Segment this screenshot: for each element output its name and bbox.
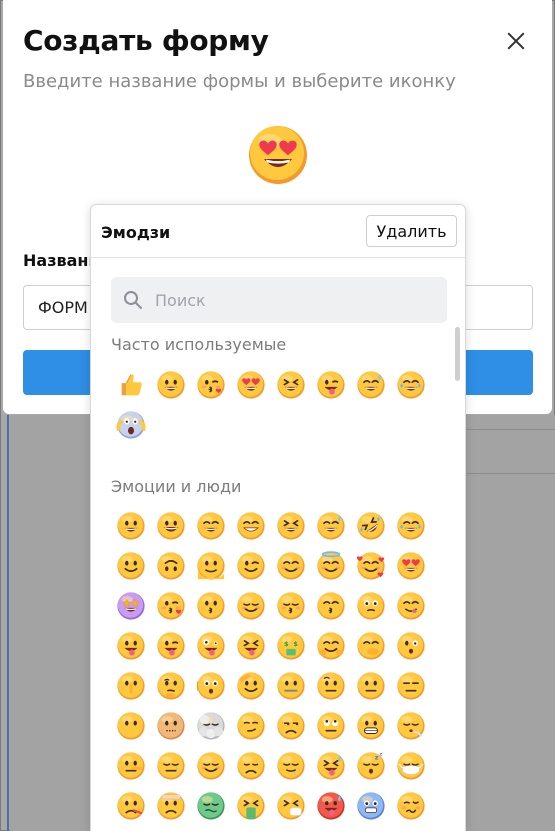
hug-icon[interactable] [311, 626, 351, 666]
raised-brow-icon[interactable] [311, 666, 351, 706]
sleepy-icon[interactable] [151, 746, 191, 786]
section-title-frequent: Часто используемые [111, 335, 287, 354]
clouds-face-icon[interactable] [191, 706, 231, 746]
halo-icon[interactable] [311, 546, 351, 586]
search-box[interactable] [111, 277, 447, 323]
salute-icon[interactable] [231, 666, 271, 706]
kiss-heart-icon[interactable] [191, 365, 231, 405]
peek-icon[interactable] [391, 626, 431, 666]
relaxed-icon[interactable] [231, 586, 271, 626]
background-divider [467, 473, 555, 474]
kiss-closed-icon[interactable] [271, 586, 311, 626]
emoji-grid-frequent [111, 365, 431, 445]
picker-title: Эмодзи [101, 223, 171, 242]
divider [91, 257, 465, 258]
upside-down-icon[interactable] [151, 546, 191, 586]
delete-button[interactable]: Удалить [366, 215, 457, 247]
sneeze-icon[interactable] [271, 786, 311, 826]
background-divider [467, 429, 555, 430]
hot-face-icon[interactable] [311, 786, 351, 826]
cold-face-icon[interactable] [351, 786, 391, 826]
kissing-icon[interactable] [191, 586, 231, 626]
zany-icon[interactable] [191, 626, 231, 666]
smirk-icon[interactable] [231, 706, 271, 746]
exhale-icon[interactable] [391, 706, 431, 746]
svg-text:z: z [379, 753, 382, 758]
unamused-icon[interactable] [271, 706, 311, 746]
search-input[interactable] [155, 277, 435, 323]
expressionless-icon[interactable] [391, 666, 431, 706]
drool-icon[interactable] [271, 746, 311, 786]
name-field-label: Названи [23, 251, 100, 270]
kiss-heart-icon[interactable] [151, 586, 191, 626]
close-icon[interactable] [503, 28, 529, 54]
tongue-icon[interactable] [111, 626, 151, 666]
tongue-sweat-icon[interactable] [311, 746, 351, 786]
woozy-icon[interactable] [391, 786, 431, 826]
zipper-icon[interactable] [271, 666, 311, 706]
star-struck-icon[interactable] [111, 586, 151, 626]
heart-eyes-icon[interactable] [391, 546, 431, 586]
heart-eyes-icon[interactable] [246, 123, 310, 187]
heart-eyes-icon[interactable] [231, 365, 271, 405]
scream-icon[interactable] [111, 405, 151, 445]
mask-icon[interactable] [391, 746, 431, 786]
search-icon [124, 291, 142, 309]
eye-roll-icon[interactable] [311, 706, 351, 746]
kiss-smile-icon[interactable] [311, 586, 351, 626]
wink-tongue-icon[interactable] [311, 365, 351, 405]
yum-icon[interactable] [391, 586, 431, 626]
wink-icon[interactable] [231, 546, 271, 586]
hand-mouth-icon[interactable] [351, 626, 391, 666]
neutral-icon[interactable] [351, 666, 391, 706]
tears-joy-icon[interactable] [391, 365, 431, 405]
backdrop-divider [7, 415, 9, 831]
nauseated-icon[interactable] [191, 786, 231, 826]
emoji-picker-popup: Эмодзи Удалить Часто используемые [90, 204, 466, 831]
svg-text:z: z [375, 753, 379, 761]
tears-joy-icon[interactable] [391, 506, 431, 546]
dialog-title: Создать форму [23, 24, 269, 57]
blush-icon[interactable] [271, 546, 311, 586]
sweat-smile-icon[interactable] [351, 365, 391, 405]
slight-smile-icon[interactable] [111, 546, 151, 586]
squint-laugh-icon[interactable] [271, 365, 311, 405]
rofl-icon[interactable] [351, 506, 391, 546]
section-title-people: Эмоции и люди [111, 477, 242, 496]
dotted-face-icon[interactable] [151, 706, 191, 746]
dialog-subtitle: Введите название формы и выберите иконку [23, 71, 456, 92]
sleeping-icon[interactable]: zz [351, 746, 391, 786]
svg-text:$: $ [293, 640, 298, 648]
emoji-grid-people: $ $ z z [111, 506, 431, 826]
thermometer-icon[interactable] [111, 786, 151, 826]
grimace-icon[interactable] [351, 706, 391, 746]
grin-big-icon[interactable] [151, 506, 191, 546]
hearts-face-icon[interactable] [351, 546, 391, 586]
beam-icon[interactable] [231, 506, 271, 546]
svg-text:$: $ [284, 640, 289, 648]
vomit-icon[interactable] [231, 786, 271, 826]
squint-tongue-icon[interactable] [231, 626, 271, 666]
wink-tongue-icon[interactable] [151, 626, 191, 666]
grin-icon[interactable] [111, 506, 151, 546]
sweat-smile-icon[interactable] [311, 506, 351, 546]
no-mouth-icon[interactable] [111, 706, 151, 746]
holding-tears-icon[interactable] [351, 586, 391, 626]
thumbs-up-icon[interactable] [111, 365, 151, 405]
melting-icon[interactable] [191, 546, 231, 586]
shush-icon[interactable] [111, 666, 151, 706]
bandage-icon[interactable] [151, 786, 191, 826]
squint-laugh-icon[interactable] [271, 506, 311, 546]
relieved-icon[interactable] [191, 746, 231, 786]
smile-eyes-icon[interactable] [191, 506, 231, 546]
money-mouth-icon[interactable]: $ $ [271, 626, 311, 666]
scrollbar[interactable] [455, 327, 460, 381]
shaking-icon[interactable] [191, 666, 231, 706]
pensive-icon[interactable] [231, 746, 271, 786]
grin-icon[interactable] [151, 365, 191, 405]
thinking-icon[interactable] [151, 666, 191, 706]
lying-icon[interactable] [111, 746, 151, 786]
